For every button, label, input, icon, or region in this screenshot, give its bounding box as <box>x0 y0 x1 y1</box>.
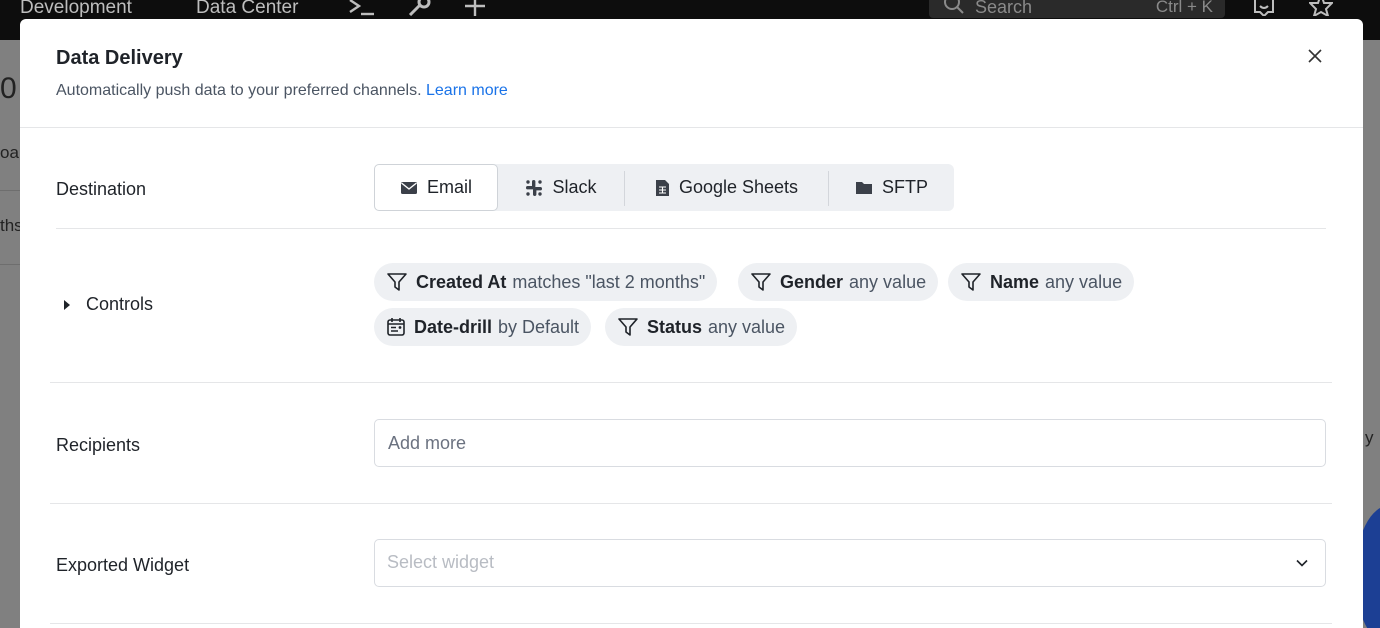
filter-chip-value: any value <box>1045 271 1123 292</box>
search-icon <box>943 0 965 21</box>
data-delivery-modal: Data Delivery Automatically push data to… <box>20 19 1363 628</box>
exported-widget-placeholder: Select widget <box>387 552 495 572</box>
filter-chip-name: Gender <box>780 271 844 292</box>
filter-icon <box>961 273 981 291</box>
destination-option-google-sheets[interactable]: Google Sheets <box>625 164 828 211</box>
background-divider <box>0 190 22 191</box>
destination-selector: Email Slack Google Sheets SFTP <box>374 164 954 211</box>
controls-expander[interactable]: Controls <box>64 294 153 315</box>
section-divider <box>56 228 1326 229</box>
destination-option-label: Email <box>426 177 472 197</box>
terminal-icon[interactable] <box>348 0 376 18</box>
plus-icon[interactable] <box>463 0 487 18</box>
exported-widget-select[interactable]: Select widget <box>374 539 1326 587</box>
section-divider <box>50 623 1332 624</box>
modal-header: Data Delivery Automatically push data to… <box>20 19 1363 128</box>
filter-chip-value: by Default <box>498 316 580 337</box>
filter-icon <box>751 273 771 291</box>
filter-chip-date-drill[interactable]: Date-drill by Default <box>374 308 592 346</box>
modal-subtitle: Automatically push data to your preferre… <box>56 82 508 100</box>
filter-chip-value: any value <box>708 316 786 337</box>
background-fragment: 0 <box>0 72 17 105</box>
exported-widget-label: Exported Widget <box>56 555 190 575</box>
destination-option-slack[interactable]: Slack <box>498 164 624 211</box>
filter-chip-gender[interactable]: Gender any value <box>738 263 939 301</box>
chevron-down-icon <box>1296 559 1308 567</box>
close-icon <box>1308 49 1322 63</box>
feedback-icon[interactable] <box>1252 0 1276 18</box>
search-placeholder: Search <box>975 0 1033 17</box>
background-divider <box>0 264 22 265</box>
destination-option-label: Slack <box>552 177 597 197</box>
filter-chip-created-at[interactable]: Created At matches "last 2 months" <box>374 263 718 301</box>
destination-label: Destination <box>56 179 147 199</box>
envelope-icon <box>400 181 417 194</box>
destination-option-label: Google Sheets <box>678 177 799 197</box>
filter-chip-value: any value <box>849 271 927 292</box>
recipients-input[interactable] <box>375 420 1325 466</box>
slack-icon <box>526 179 543 196</box>
filter-icon <box>387 273 407 291</box>
caret-right-icon <box>64 299 70 310</box>
filter-chip-status[interactable]: Status any value <box>605 308 798 346</box>
search-shortcut: Ctrl + K <box>1155 0 1213 16</box>
recipients-field <box>374 419 1326 467</box>
modal-title: Data Delivery <box>56 47 183 69</box>
filter-chip-name: Status <box>647 316 703 337</box>
calendar-icon <box>387 318 405 336</box>
sheet-icon <box>655 179 669 196</box>
background-fragment: y <box>1365 428 1374 447</box>
filter-chip-name: Created At <box>416 271 507 292</box>
destination-option-sftp[interactable]: SFTP <box>829 164 954 211</box>
wrench-icon[interactable] <box>408 0 432 18</box>
filter-chip-value: matches "last 2 months" <box>512 271 706 292</box>
filter-chip-name: Name <box>990 271 1040 292</box>
modal-subtitle-text: Automatically push data to your preferre… <box>56 82 422 99</box>
filter-icon <box>618 318 638 336</box>
nav-data-center[interactable]: Data Center <box>196 0 298 17</box>
destination-option-email[interactable]: Email <box>374 164 498 211</box>
destination-option-label: SFTP <box>881 177 928 197</box>
section-divider <box>50 382 1332 383</box>
folder-icon <box>855 182 872 194</box>
star-icon[interactable] <box>1307 0 1335 19</box>
global-search[interactable]: Search Ctrl + K <box>929 0 1225 18</box>
controls-label: Controls <box>86 294 154 314</box>
recipients-label: Recipients <box>56 435 141 455</box>
nav-development[interactable]: Development <box>20 0 132 17</box>
learn-more-link[interactable]: Learn more <box>426 82 508 99</box>
filter-chip-name[interactable]: Name any value <box>948 263 1135 301</box>
filter-chip-name: Date-drill <box>414 316 493 337</box>
section-divider <box>50 503 1332 504</box>
close-button[interactable] <box>1304 45 1326 67</box>
